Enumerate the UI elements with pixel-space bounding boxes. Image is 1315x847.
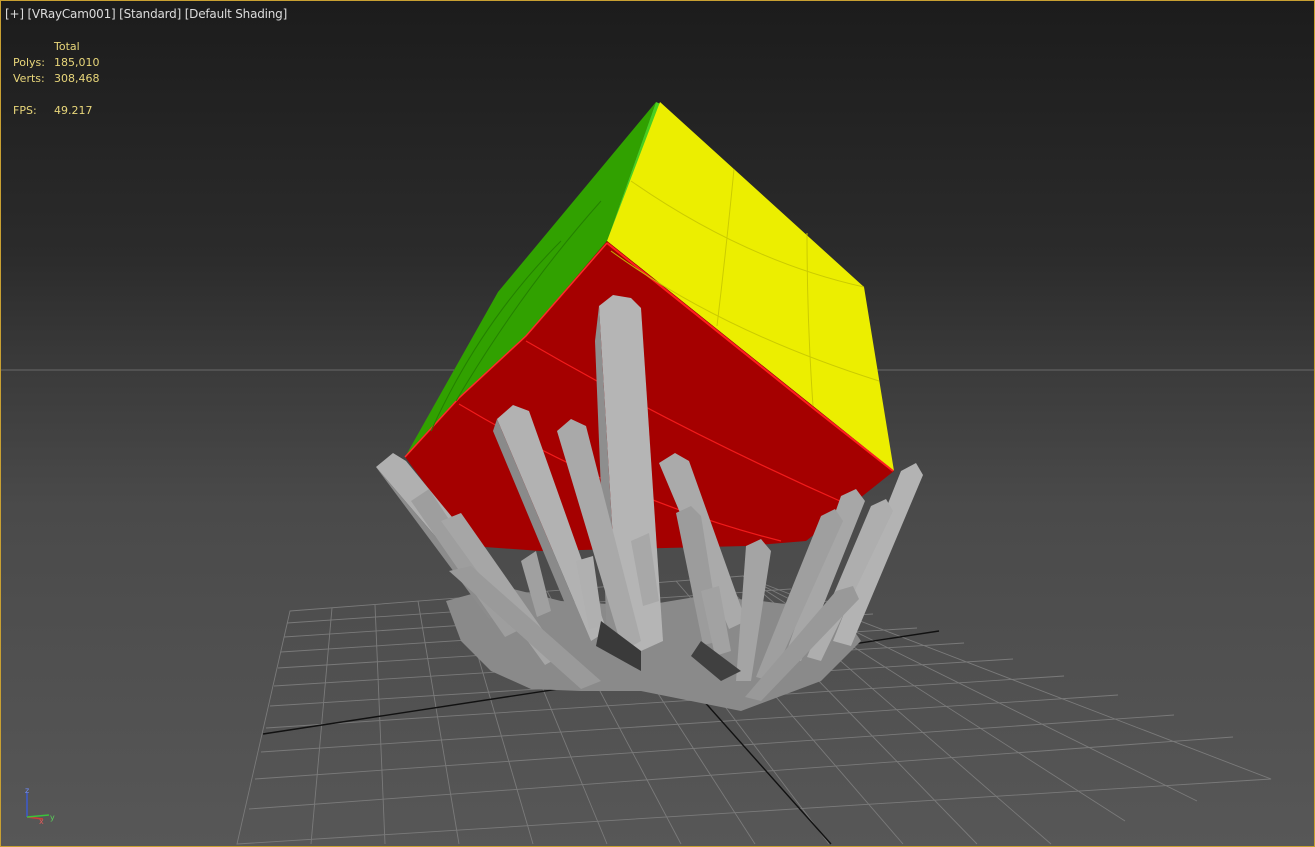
scene-render[interactable] xyxy=(1,1,1314,846)
gizmo-x-label: x xyxy=(39,817,44,825)
viewport-shading-menu[interactable]: [Default Shading] xyxy=(185,7,288,21)
viewport-plus-menu[interactable]: [+] xyxy=(5,7,24,21)
gizmo-z-label: z xyxy=(25,786,29,795)
stats-header: Total xyxy=(54,40,80,53)
fps-value: 49.217 xyxy=(54,104,93,117)
viewport-label-menu[interactable]: [+] [VRayCam001] [Standard] [Default Sha… xyxy=(5,7,287,21)
stats-overlay: Total Polys: 185,010 Verts: 308,468 FPS:… xyxy=(13,39,100,119)
axis-gizmo: z x y xyxy=(25,786,55,825)
viewport-camera-menu[interactable]: [VRayCam001] xyxy=(27,7,115,21)
verts-value: 308,468 xyxy=(54,72,100,85)
viewport[interactable]: [+] [VRayCam001] [Standard] [Default Sha… xyxy=(0,0,1315,847)
verts-label: Verts: xyxy=(13,72,45,85)
fps-label: FPS: xyxy=(13,104,37,117)
polys-value: 185,010 xyxy=(54,56,100,69)
gizmo-y-label: y xyxy=(50,813,55,822)
viewport-mode-menu[interactable]: [Standard] xyxy=(119,7,181,21)
polys-label: Polys: xyxy=(13,56,45,69)
